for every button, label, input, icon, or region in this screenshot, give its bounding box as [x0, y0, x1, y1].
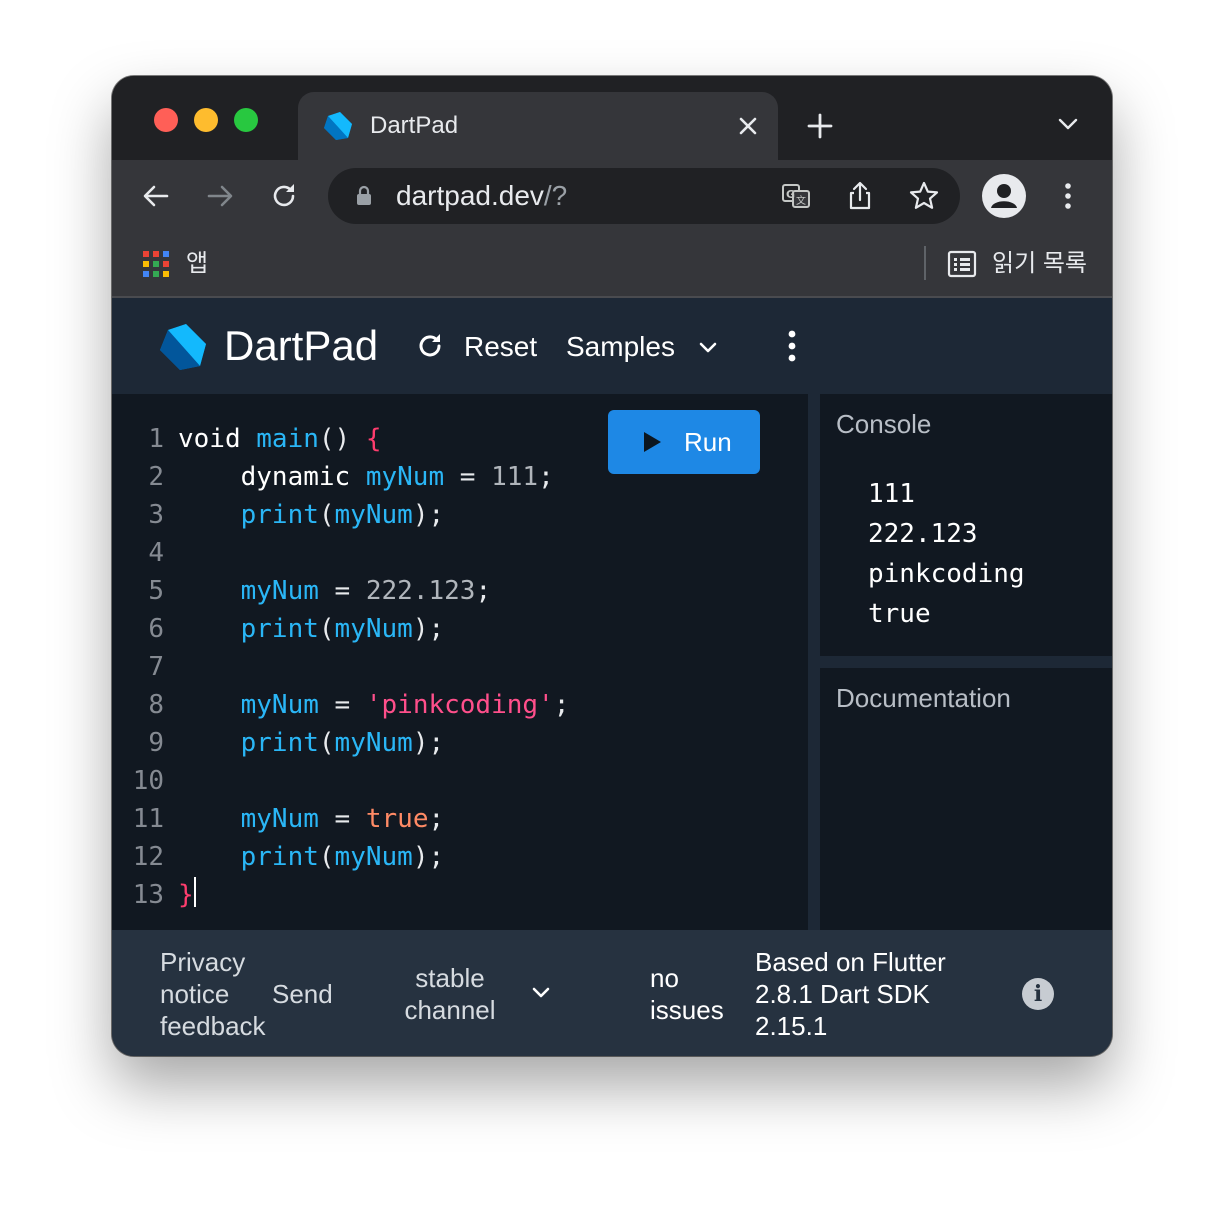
send-feedback-link-top[interactable]: Send	[272, 978, 333, 1010]
back-icon[interactable]	[140, 180, 172, 212]
run-button[interactable]: Run	[608, 410, 760, 474]
lock-icon[interactable]	[352, 184, 376, 208]
code-line[interactable]: print(myNum);	[178, 838, 445, 876]
address-bar[interactable]: dartpad.dev/? G 文	[328, 168, 960, 224]
code-editor[interactable]: 1 2 3 4 5 6 7 8 9 10 11 12 13 void main(…	[112, 394, 808, 930]
code-line[interactable]: }	[178, 876, 196, 914]
console-output-line: pinkcoding	[868, 559, 1025, 589]
tab-title: DartPad	[370, 112, 459, 139]
line-number: 7	[148, 652, 164, 682]
reload-icon[interactable]	[268, 180, 300, 212]
minimize-window-button[interactable]	[194, 108, 218, 132]
svg-text:文: 文	[796, 194, 806, 207]
version-info: Based on Flutter 2.8.1 Dart SDK 2.15.1	[755, 947, 946, 1041]
line-number: 1	[148, 424, 164, 454]
reset-icon[interactable]	[414, 330, 446, 362]
browser-window: DartPad dartpad.dev/? G 文 앱 읽기 목록 DartPa…	[112, 76, 1112, 1056]
code-line[interactable]: void main() {	[178, 420, 382, 458]
dartpad-title: DartPad	[224, 322, 379, 369]
issues-status[interactable]: no issues	[650, 962, 724, 1026]
code-line[interactable]: print(myNum);	[178, 610, 445, 648]
line-number: 2	[148, 462, 164, 492]
privacy-notice-link[interactable]: Privacy notice	[160, 946, 245, 1010]
line-number: 8	[148, 690, 164, 720]
info-icon[interactable]: i	[1022, 978, 1054, 1010]
reset-button[interactable]: Reset	[464, 330, 537, 364]
line-number: 12	[132, 842, 164, 872]
line-number: 3	[148, 500, 164, 530]
console-title: Console	[836, 409, 932, 439]
code-line[interactable]: myNum = 222.123;	[178, 572, 491, 610]
vertical-splitter[interactable]	[808, 394, 820, 930]
translate-icon[interactable]: G 文	[780, 180, 812, 212]
zoom-window-button[interactable]	[234, 108, 258, 132]
code-line[interactable]: myNum = 'pinkcoding';	[178, 686, 570, 724]
samples-dropdown[interactable]: Samples	[566, 330, 675, 364]
documentation-title: Documentation	[836, 683, 1011, 713]
line-number: 13	[132, 880, 164, 910]
chevron-down-icon[interactable]	[528, 980, 554, 1006]
line-number: 10	[132, 766, 164, 796]
code-line[interactable]: dynamic myNum = 111;	[178, 458, 554, 496]
more-options-icon[interactable]	[776, 328, 808, 364]
text-cursor	[193, 877, 196, 907]
svg-text:G: G	[786, 188, 795, 201]
bookmarks-separator	[924, 246, 926, 280]
documentation-panel: Documentation	[820, 668, 1112, 930]
console-output-line: 111	[868, 479, 915, 509]
horizontal-splitter[interactable]	[820, 656, 1112, 668]
browser-toolbar: dartpad.dev/? G 文	[112, 160, 1112, 232]
dartpad-footer: Privacy notice Send feedback stable chan…	[112, 930, 1112, 1056]
apps-bookmark[interactable]: 앱	[186, 248, 208, 280]
close-tab-icon[interactable]	[732, 110, 764, 142]
bookmarks-bar: 앱 읽기 목록	[112, 232, 1112, 298]
tab-search-chevron-icon[interactable]	[1054, 110, 1082, 138]
apps-grid-icon[interactable]	[142, 250, 170, 278]
dart-logo-icon	[160, 324, 206, 370]
console-output-line: 222.123	[868, 519, 978, 549]
new-tab-icon[interactable]	[804, 110, 836, 142]
dart-logo-icon	[324, 112, 352, 140]
share-icon[interactable]	[844, 180, 876, 212]
code-line[interactable]: print(myNum);	[178, 724, 445, 762]
code-line[interactable]: print(myNum);	[178, 496, 445, 534]
send-feedback-link-bottom[interactable]: feedback	[160, 1010, 266, 1042]
line-number: 4	[148, 538, 164, 568]
code-line[interactable]: myNum = true;	[178, 800, 445, 838]
run-button-label: Run	[684, 427, 732, 457]
close-window-button[interactable]	[154, 108, 178, 132]
line-number: 9	[148, 728, 164, 758]
line-number: 11	[132, 804, 164, 834]
url-text[interactable]: dartpad.dev/?	[396, 180, 567, 212]
dartpad-header: DartPad Reset Samples	[112, 298, 1112, 394]
reading-list-icon[interactable]	[946, 248, 978, 280]
console-output-line: true	[868, 599, 931, 629]
reading-list-button[interactable]: 읽기 목록	[992, 248, 1087, 280]
channel-selector[interactable]: stable channel	[400, 962, 500, 1024]
play-icon	[644, 432, 661, 452]
chevron-down-icon[interactable]	[694, 334, 722, 362]
tab-dartpad[interactable]: DartPad	[298, 92, 778, 160]
line-number: 5	[148, 576, 164, 606]
line-number: 6	[148, 614, 164, 644]
bookmark-star-icon[interactable]	[908, 180, 940, 212]
console-panel: Console 111 222.123 pinkcoding true	[820, 394, 1112, 656]
profile-avatar-icon[interactable]	[982, 174, 1026, 218]
forward-icon[interactable]	[204, 180, 236, 212]
browser-menu-icon[interactable]	[1052, 180, 1084, 212]
tab-strip: DartPad	[112, 76, 1112, 160]
